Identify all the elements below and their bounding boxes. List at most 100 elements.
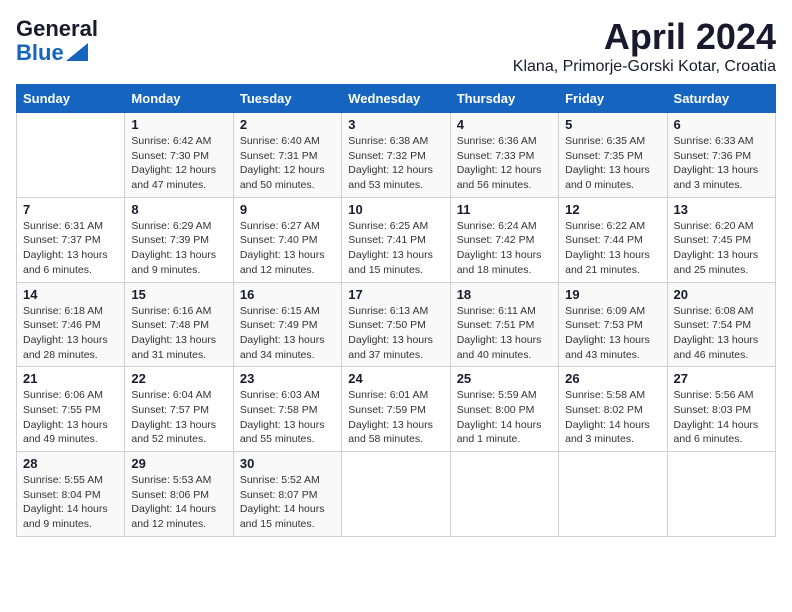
day-cell: 7Sunrise: 6:31 AM Sunset: 7:37 PM Daylig… <box>17 197 125 282</box>
day-number: 10 <box>348 202 443 217</box>
day-number: 1 <box>131 117 226 132</box>
day-number: 8 <box>131 202 226 217</box>
day-info: Sunrise: 6:40 AM Sunset: 7:31 PM Dayligh… <box>240 134 335 193</box>
weekday-header-row: SundayMondayTuesdayWednesdayThursdayFrid… <box>17 85 776 113</box>
day-number: 22 <box>131 371 226 386</box>
day-info: Sunrise: 6:22 AM Sunset: 7:44 PM Dayligh… <box>565 219 660 278</box>
day-cell: 11Sunrise: 6:24 AM Sunset: 7:42 PM Dayli… <box>450 197 558 282</box>
day-cell: 13 Sunrise: 6:20 AM Sunset: 7:45 PM Dayli… <box>667 197 775 282</box>
day-cell: 16 Sunrise: 6:15 AM Sunset: 7:49 PM Dayli… <box>233 282 341 367</box>
day-info: Sunrise: 6:11 AM Sunset: 7:51 PM Dayligh… <box>457 304 552 363</box>
day-info: Sunrise: 6:01 AM Sunset: 7:59 PM Dayligh… <box>348 388 443 447</box>
day-cell: 3Sunrise: 6:38 AM Sunset: 7:32 PM Daylig… <box>342 113 450 198</box>
day-number: 9 <box>240 202 335 217</box>
day-cell: 15 Sunrise: 6:16 AM Sunset: 7:48 PM Dayli… <box>125 282 233 367</box>
day-info: Sunrise: 5:55 AM Sunset: 8:04 PM Dayligh… <box>23 473 118 532</box>
day-info: Sunrise: 6:09 AM Sunset: 7:53 PM Dayligh… <box>565 304 660 363</box>
day-cell: 20 Sunrise: 6:08 AM Sunset: 7:54 PM Dayli… <box>667 282 775 367</box>
day-cell: 29 Sunrise: 5:53 AM Sunset: 8:06 PM Dayli… <box>125 452 233 537</box>
day-cell <box>450 452 558 537</box>
day-info: Sunrise: 5:56 AM Sunset: 8:03 PM Dayligh… <box>674 388 769 447</box>
day-info: Sunrise: 6:31 AM Sunset: 7:37 PM Dayligh… <box>23 219 118 278</box>
day-cell: 28 Sunrise: 5:55 AM Sunset: 8:04 PM Dayli… <box>17 452 125 537</box>
day-cell: 6Sunrise: 6:33 AM Sunset: 7:36 PM Daylig… <box>667 113 775 198</box>
day-cell: 30 Sunrise: 5:52 AM Sunset: 8:07 PM Dayli… <box>233 452 341 537</box>
day-number: 2 <box>240 117 335 132</box>
weekday-header-sunday: Sunday <box>17 85 125 113</box>
day-number: 16 <box>240 287 335 302</box>
day-info: Sunrise: 6:08 AM Sunset: 7:54 PM Dayligh… <box>674 304 769 363</box>
day-cell: 9 Sunrise: 6:27 AM Sunset: 7:40 PM Daylig… <box>233 197 341 282</box>
day-number: 4 <box>457 117 552 132</box>
day-info: Sunrise: 5:52 AM Sunset: 8:07 PM Dayligh… <box>240 473 335 532</box>
day-number: 17 <box>348 287 443 302</box>
day-info: Sunrise: 6:03 AM Sunset: 7:58 PM Dayligh… <box>240 388 335 447</box>
day-number: 15 <box>131 287 226 302</box>
day-number: 20 <box>674 287 769 302</box>
day-number: 29 <box>131 456 226 471</box>
day-cell <box>559 452 667 537</box>
day-info: Sunrise: 6:04 AM Sunset: 7:57 PM Dayligh… <box>131 388 226 447</box>
day-info: Sunrise: 6:33 AM Sunset: 7:36 PM Dayligh… <box>674 134 769 193</box>
day-cell: 17 Sunrise: 6:13 AM Sunset: 7:50 PM Dayli… <box>342 282 450 367</box>
day-number: 3 <box>348 117 443 132</box>
day-info: Sunrise: 6:18 AM Sunset: 7:46 PM Dayligh… <box>23 304 118 363</box>
week-row-4: 21Sunrise: 6:06 AM Sunset: 7:55 PM Dayli… <box>17 367 776 452</box>
day-cell: 19 Sunrise: 6:09 AM Sunset: 7:53 PM Dayli… <box>559 282 667 367</box>
day-cell: 21Sunrise: 6:06 AM Sunset: 7:55 PM Dayli… <box>17 367 125 452</box>
week-row-5: 28 Sunrise: 5:55 AM Sunset: 8:04 PM Dayli… <box>17 452 776 537</box>
weekday-header-saturday: Saturday <box>667 85 775 113</box>
day-info: Sunrise: 6:29 AM Sunset: 7:39 PM Dayligh… <box>131 219 226 278</box>
title-area: April 2024 Klana, Primorje-Gorski Kotar,… <box>513 16 776 76</box>
main-title: April 2024 <box>513 16 776 58</box>
day-info: Sunrise: 5:59 AM Sunset: 8:00 PM Dayligh… <box>457 388 552 447</box>
day-cell: 22 Sunrise: 6:04 AM Sunset: 7:57 PM Dayli… <box>125 367 233 452</box>
day-info: Sunrise: 6:20 AM Sunset: 7:45 PM Dayligh… <box>674 219 769 278</box>
day-cell: 24 Sunrise: 6:01 AM Sunset: 7:59 PM Dayli… <box>342 367 450 452</box>
day-number: 27 <box>674 371 769 386</box>
day-cell: 10Sunrise: 6:25 AM Sunset: 7:41 PM Dayli… <box>342 197 450 282</box>
day-info: Sunrise: 6:35 AM Sunset: 7:35 PM Dayligh… <box>565 134 660 193</box>
day-cell <box>17 113 125 198</box>
day-info: Sunrise: 6:16 AM Sunset: 7:48 PM Dayligh… <box>131 304 226 363</box>
day-info: Sunrise: 6:36 AM Sunset: 7:33 PM Dayligh… <box>457 134 552 193</box>
day-cell <box>342 452 450 537</box>
day-number: 13 <box>674 202 769 217</box>
day-info: Sunrise: 5:58 AM Sunset: 8:02 PM Dayligh… <box>565 388 660 447</box>
day-cell: 4 Sunrise: 6:36 AM Sunset: 7:33 PM Daylig… <box>450 113 558 198</box>
day-info: Sunrise: 5:53 AM Sunset: 8:06 PM Dayligh… <box>131 473 226 532</box>
day-number: 26 <box>565 371 660 386</box>
day-cell: 27 Sunrise: 5:56 AM Sunset: 8:03 PM Dayli… <box>667 367 775 452</box>
day-info: Sunrise: 6:15 AM Sunset: 7:49 PM Dayligh… <box>240 304 335 363</box>
logo: General Blue <box>16 16 100 66</box>
subtitle: Klana, Primorje-Gorski Kotar, Croatia <box>513 58 776 76</box>
day-number: 28 <box>23 456 118 471</box>
weekday-header-wednesday: Wednesday <box>342 85 450 113</box>
logo-arrow-icon <box>66 43 88 61</box>
day-number: 24 <box>348 371 443 386</box>
day-cell <box>667 452 775 537</box>
day-info: Sunrise: 6:13 AM Sunset: 7:50 PM Dayligh… <box>348 304 443 363</box>
weekday-header-thursday: Thursday <box>450 85 558 113</box>
week-row-3: 14Sunrise: 6:18 AM Sunset: 7:46 PM Dayli… <box>17 282 776 367</box>
day-cell: 23Sunrise: 6:03 AM Sunset: 7:58 PM Dayli… <box>233 367 341 452</box>
day-cell: 12 Sunrise: 6:22 AM Sunset: 7:44 PM Dayli… <box>559 197 667 282</box>
day-number: 12 <box>565 202 660 217</box>
week-row-2: 7Sunrise: 6:31 AM Sunset: 7:37 PM Daylig… <box>17 197 776 282</box>
day-number: 30 <box>240 456 335 471</box>
calendar-table: SundayMondayTuesdayWednesdayThursdayFrid… <box>16 84 776 537</box>
day-cell: 8 Sunrise: 6:29 AM Sunset: 7:39 PM Daylig… <box>125 197 233 282</box>
weekday-header-friday: Friday <box>559 85 667 113</box>
week-row-1: 1 Sunrise: 6:42 AM Sunset: 7:30 PM Daylig… <box>17 113 776 198</box>
day-cell: 14Sunrise: 6:18 AM Sunset: 7:46 PM Dayli… <box>17 282 125 367</box>
day-cell: 2 Sunrise: 6:40 AM Sunset: 7:31 PM Daylig… <box>233 113 341 198</box>
day-number: 11 <box>457 202 552 217</box>
day-info: Sunrise: 6:27 AM Sunset: 7:40 PM Dayligh… <box>240 219 335 278</box>
weekday-header-monday: Monday <box>125 85 233 113</box>
weekday-header-tuesday: Tuesday <box>233 85 341 113</box>
day-info: Sunrise: 6:42 AM Sunset: 7:30 PM Dayligh… <box>131 134 226 193</box>
day-cell: 1 Sunrise: 6:42 AM Sunset: 7:30 PM Daylig… <box>125 113 233 198</box>
day-number: 19 <box>565 287 660 302</box>
logo-general: General <box>16 16 98 42</box>
day-cell: 18Sunrise: 6:11 AM Sunset: 7:51 PM Dayli… <box>450 282 558 367</box>
